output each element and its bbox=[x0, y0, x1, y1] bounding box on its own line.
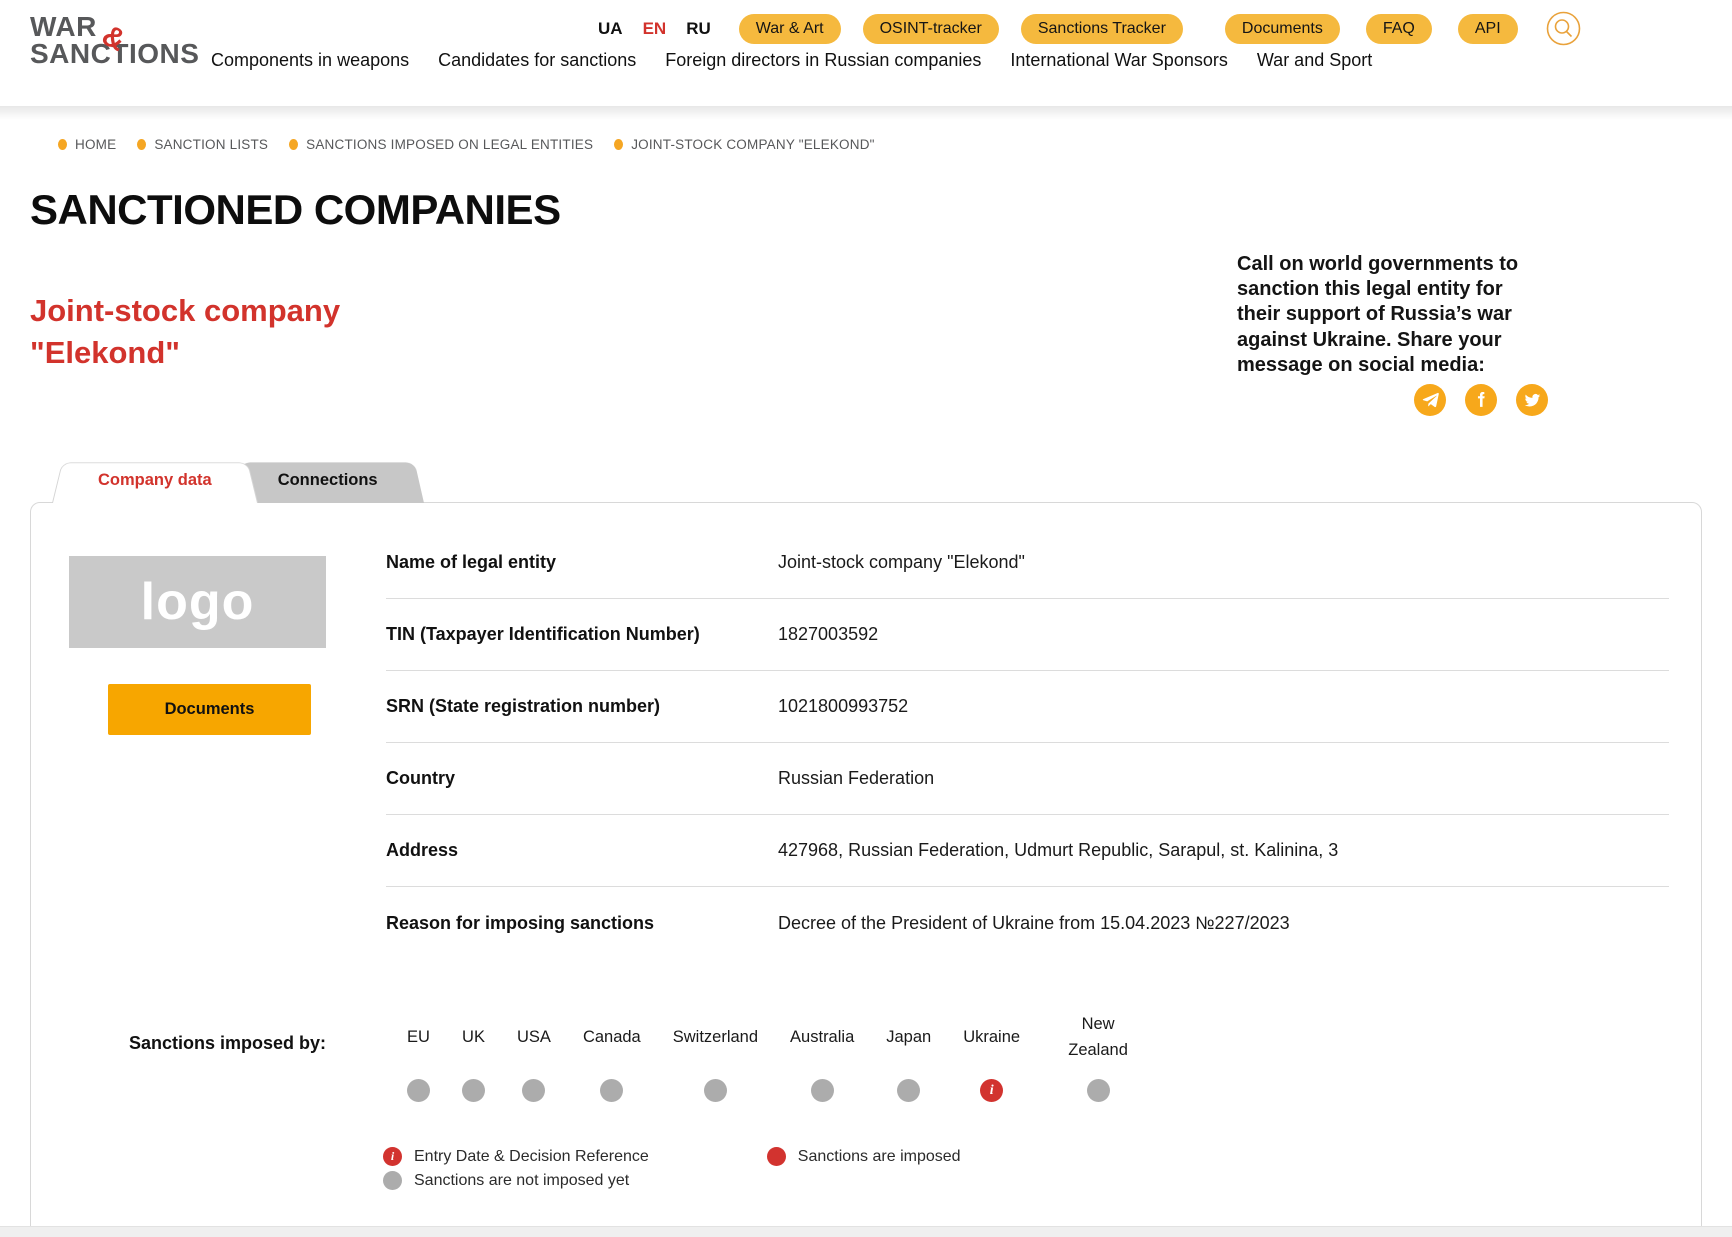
legend-column-1: i Entry Date & Decision Reference Sancti… bbox=[383, 1147, 649, 1190]
field-row-srn: SRN (State registration number) 10218009… bbox=[386, 671, 1669, 743]
share-cta-text: Call on world governments to sanction th… bbox=[1237, 252, 1533, 378]
social-share-buttons bbox=[1414, 384, 1548, 416]
nav-components-in-weapons[interactable]: Components in weapons bbox=[211, 50, 409, 71]
breadcrumb-home[interactable]: HOME bbox=[58, 137, 116, 152]
pill-osint-tracker[interactable]: OSINT-tracker bbox=[863, 14, 999, 44]
footer-strip bbox=[0, 1226, 1732, 1237]
sanction-status-dot bbox=[897, 1079, 920, 1102]
sanction-status-dot bbox=[462, 1079, 485, 1102]
nav-war-and-sport[interactable]: War and Sport bbox=[1257, 50, 1372, 71]
language-switcher: UA EN RU bbox=[598, 19, 711, 39]
company-tabs: Company data Connections bbox=[52, 458, 424, 503]
field-row-address: Address 427968, Russian Federation, Udmu… bbox=[386, 815, 1669, 887]
lang-ru[interactable]: RU bbox=[686, 19, 711, 39]
sanction-status-dot bbox=[522, 1079, 545, 1102]
legend-item-info: i Entry Date & Decision Reference bbox=[383, 1147, 649, 1166]
page: WAR & SANCTIONS UA EN RU War & Art OSINT… bbox=[0, 0, 1732, 1237]
tab-company-data[interactable]: Company data bbox=[52, 458, 258, 503]
facebook-icon bbox=[1473, 392, 1490, 409]
sanction-status-dot bbox=[407, 1079, 430, 1102]
breadcrumb-dot-icon bbox=[137, 139, 146, 150]
breadcrumb: HOME SANCTION LISTS SANCTIONS IMPOSED ON… bbox=[58, 137, 875, 152]
documents-button[interactable]: Documents bbox=[108, 684, 311, 735]
sanction-status-dot bbox=[1087, 1079, 1110, 1102]
main-nav: Components in weapons Candidates for san… bbox=[211, 50, 1372, 71]
company-title: Joint-stock company "Elekond" bbox=[30, 290, 460, 374]
legend-red-dot-icon bbox=[767, 1147, 786, 1166]
breadcrumb-sanction-lists[interactable]: SANCTION LISTS bbox=[137, 137, 268, 152]
breadcrumb-dot-icon bbox=[58, 139, 67, 150]
sanctions-countries: EU UK USA Canada Switzerland bbox=[391, 1011, 1160, 1102]
header-top-row: UA EN RU War & Art OSINT-tracker Sanctio… bbox=[598, 11, 1581, 46]
nav-international-war-sponsors[interactable]: International War Sponsors bbox=[1010, 50, 1227, 71]
sanctions-legend: i Entry Date & Decision Reference Sancti… bbox=[383, 1147, 961, 1190]
country-uk: UK bbox=[446, 1011, 501, 1102]
lang-ua[interactable]: UA bbox=[598, 19, 623, 39]
breadcrumb-dot-icon bbox=[614, 139, 623, 150]
field-row-tin: TIN (Taxpayer Identification Number) 182… bbox=[386, 599, 1669, 671]
sanction-status-dot bbox=[600, 1079, 623, 1102]
sanction-status-dot bbox=[811, 1079, 834, 1102]
country-japan: Japan bbox=[870, 1011, 947, 1102]
sanctions-imposed-section: Sanctions imposed by: EU UK USA Canada bbox=[129, 1011, 1669, 1102]
header: WAR & SANCTIONS UA EN RU War & Art OSINT… bbox=[0, 0, 1732, 106]
country-canada: Canada bbox=[567, 1011, 657, 1102]
company-data-card: logo Documents Name of legal entity Join… bbox=[30, 502, 1702, 1237]
sanction-status-dot bbox=[704, 1079, 727, 1102]
facebook-share-button[interactable] bbox=[1465, 384, 1497, 416]
breadcrumb-sanctions-legal-entities[interactable]: SANCTIONS IMPOSED ON LEGAL ENTITIES bbox=[289, 137, 593, 152]
twitter-icon bbox=[1524, 392, 1541, 409]
pill-sanctions-tracker[interactable]: Sanctions Tracker bbox=[1021, 14, 1183, 44]
tab-connections[interactable]: Connections bbox=[232, 458, 424, 503]
company-logo-placeholder: logo bbox=[69, 556, 326, 648]
pill-faq[interactable]: FAQ bbox=[1366, 14, 1432, 44]
pill-war-and-art[interactable]: War & Art bbox=[739, 14, 841, 44]
pill-api[interactable]: API bbox=[1458, 14, 1518, 44]
legend-gray-dot-icon bbox=[383, 1171, 402, 1190]
breadcrumb-dot-icon bbox=[289, 139, 298, 150]
country-switzerland: Switzerland bbox=[657, 1011, 774, 1102]
sanction-info-dot[interactable]: i bbox=[980, 1079, 1003, 1102]
legend-column-2: Sanctions are imposed bbox=[767, 1147, 961, 1190]
country-usa: USA bbox=[501, 1011, 567, 1102]
page-title: SANCTIONED COMPANIES bbox=[30, 186, 561, 234]
lang-en[interactable]: EN bbox=[643, 19, 667, 39]
nav-candidates-for-sanctions[interactable]: Candidates for sanctions bbox=[438, 50, 636, 71]
twitter-share-button[interactable] bbox=[1516, 384, 1548, 416]
legend-info-dot-icon: i bbox=[383, 1147, 402, 1166]
country-new-zealand: New Zealand bbox=[1036, 1011, 1160, 1102]
breadcrumb-current-company[interactable]: JOINT-STOCK COMPANY "ELEKOND" bbox=[614, 137, 874, 152]
site-logo[interactable]: WAR & SANCTIONS bbox=[30, 13, 220, 67]
pill-documents[interactable]: Documents bbox=[1225, 14, 1340, 44]
country-ukraine: Ukraine i bbox=[947, 1011, 1036, 1102]
search-button[interactable] bbox=[1546, 11, 1581, 46]
field-row-country: Country Russian Federation bbox=[386, 743, 1669, 815]
country-australia: Australia bbox=[774, 1011, 870, 1102]
field-row-reason: Reason for imposing sanctions Decree of … bbox=[386, 887, 1669, 959]
telegram-icon bbox=[1422, 392, 1439, 409]
country-eu: EU bbox=[391, 1011, 446, 1102]
logo-line2: SANCTIONS bbox=[30, 40, 220, 67]
telegram-share-button[interactable] bbox=[1414, 384, 1446, 416]
legend-item-not-imposed: Sanctions are not imposed yet bbox=[383, 1171, 649, 1190]
search-icon bbox=[1546, 11, 1581, 46]
field-row-name: Name of legal entity Joint-stock company… bbox=[386, 527, 1669, 599]
legend-item-imposed: Sanctions are imposed bbox=[767, 1147, 961, 1166]
company-fields: Name of legal entity Joint-stock company… bbox=[386, 527, 1669, 959]
header-shadow bbox=[0, 106, 1732, 120]
nav-foreign-directors[interactable]: Foreign directors in Russian companies bbox=[665, 50, 981, 71]
sanctions-imposed-label: Sanctions imposed by: bbox=[129, 1011, 391, 1102]
